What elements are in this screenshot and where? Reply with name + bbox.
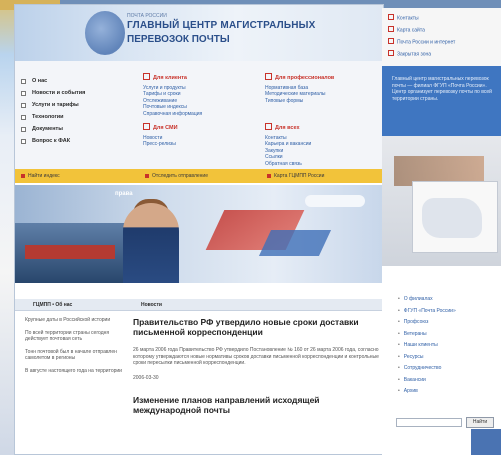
checkbox-icon <box>21 138 26 144</box>
content-tabs: ГЦМПП • Об нас Новости <box>15 299 383 311</box>
menu-item-label: О нас <box>32 78 48 84</box>
side-links-list: О филиалах ФГУП «Почта России» Профсоюз … <box>398 296 498 400</box>
list-item[interactable]: Наши клиенты <box>398 342 498 354</box>
hero-banner: права <box>15 185 383 283</box>
menu-item[interactable]: О нас <box>21 75 121 87</box>
news-date: 2006-03-30 <box>133 374 159 381</box>
quick-link[interactable]: Отследить отправление <box>145 173 208 179</box>
tab-news[interactable]: Новости <box>141 302 162 308</box>
pro-column: Для профессионалов Нормативная база Мето… <box>265 73 375 104</box>
logo-subtitle: ПОЧТА РОССИИ <box>127 13 167 19</box>
navigation-area: О нас Новости и события Услуги и тарифы … <box>15 61 383 169</box>
checkbox-icon <box>21 90 26 96</box>
menu-item[interactable]: Новости и события <box>21 87 121 99</box>
news-body: 26 марта 2006 года Правительство РФ утве… <box>133 347 379 366</box>
hero-label: права <box>115 191 133 197</box>
news-title[interactable]: Правительство РФ утвердило новые сроки д… <box>133 317 379 337</box>
person-image <box>123 203 179 283</box>
utility-link[interactable]: Почта России и интернет <box>388 38 455 46</box>
search-input[interactable] <box>396 418 462 427</box>
main-browser-window: ПОЧТА РОССИИ ГЛАВНЫЙ ЦЕНТР МАГИСТРАЛЬНЫХ… <box>14 4 384 455</box>
checkbox-icon <box>21 114 26 120</box>
checkbox-icon <box>21 78 26 84</box>
checkbox-icon <box>21 102 26 108</box>
tab-about[interactable]: ГЦМПП • Об нас <box>33 302 72 308</box>
utility-link[interactable]: Карта сайта <box>388 26 425 34</box>
search-button[interactable]: Найти <box>466 417 494 428</box>
list-item[interactable]: Вакансии <box>398 377 498 389</box>
list-item[interactable]: Ресурсы <box>398 354 498 366</box>
clients-heading[interactable]: Для клиента <box>143 73 253 82</box>
link[interactable]: Обратная связь <box>265 161 375 168</box>
site-header: ПОЧТА РОССИИ ГЛАВНЫЙ ЦЕНТР МАГИСТРАЛЬНЫХ… <box>15 5 383 61</box>
all-heading[interactable]: Для всех <box>265 123 375 132</box>
utility-link[interactable]: Контакты <box>388 14 419 22</box>
menu-item[interactable]: Документы <box>21 123 121 135</box>
info-text: Главный центр магистральных перевозок по… <box>392 76 492 102</box>
menu-item-label: Технологии <box>32 114 64 120</box>
news-column: Правительство РФ утвердило новые сроки д… <box>133 317 379 425</box>
info-panel: Главный центр магистральных перевозок по… <box>382 66 501 136</box>
list-item[interactable]: Профсоюз <box>398 319 498 331</box>
slides-preview <box>382 136 501 266</box>
menu-item[interactable]: Технологии <box>21 111 121 123</box>
left-paragraph: Тонн почтовой был в начале отправлен сам… <box>25 348 117 362</box>
link[interactable]: Пресс-релизы <box>143 141 253 148</box>
list-item[interactable]: Архив <box>398 388 498 400</box>
menu-item-label: Вопрос к ФАК <box>32 138 71 144</box>
link[interactable]: Справочная информация <box>143 111 253 118</box>
list-item[interactable]: Сотрудничество <box>398 365 498 377</box>
menu-item-label: Новости и события <box>32 90 86 96</box>
list-item[interactable]: ФГУП «Почта России» <box>398 308 498 320</box>
smi-heading[interactable]: Для СМИ <box>143 123 253 132</box>
train-stripe <box>25 245 115 259</box>
utility-link[interactable]: Закрытая зона <box>388 50 431 58</box>
news-title[interactable]: Изменение планов направлений исходящей м… <box>133 395 379 415</box>
corner-decoration <box>471 429 501 455</box>
link[interactable]: Типовые формы <box>265 98 375 105</box>
left-menu: О нас Новости и события Услуги и тарифы … <box>21 75 121 147</box>
menu-item[interactable]: Услуги и тарифы <box>21 99 121 111</box>
plane-graphic <box>305 195 365 207</box>
post-logo-icon[interactable] <box>85 11 125 55</box>
menu-item-label: Услуги и тарифы <box>32 102 79 108</box>
list-item[interactable]: О филиалах <box>398 296 498 308</box>
pro-heading[interactable]: Для профессионалов <box>265 73 375 82</box>
left-text-column: Крупные даты в Российской истории По все… <box>25 317 125 380</box>
utility-links: Контакты Карта сайта Почта России и инте… <box>382 8 501 66</box>
quick-link[interactable]: Найти индекс <box>21 173 60 179</box>
left-paragraph: По всей территории страны сегодня действ… <box>25 329 110 343</box>
blue-arrow-graphic <box>258 230 332 256</box>
site-title-line2: ПЕРЕВОЗОК ПОЧТЫ <box>127 34 230 45</box>
russia-map-icon <box>422 198 482 238</box>
left-paragraph: В августе настоящего года на территории <box>25 367 122 374</box>
left-paragraph: Крупные даты в Российской истории <box>25 317 111 323</box>
site-title-line1: ГЛАВНЫЙ ЦЕНТР МАГИСТРАЛЬНЫХ <box>127 20 316 31</box>
all-column: Для всех Контакты Карьера и вакансии Зак… <box>265 123 375 167</box>
menu-item[interactable]: Вопрос к ФАК <box>21 135 121 147</box>
clients-column: Для клиента Услуги и продукты Тарифы и с… <box>143 73 253 117</box>
secondary-window: Контакты Карта сайта Почта России и инте… <box>382 8 501 455</box>
quick-link[interactable]: Карта ГЦМПП России <box>267 173 324 179</box>
smi-column: Для СМИ Новости Пресс-релизы <box>143 123 253 148</box>
menu-item-label: Документы <box>32 126 63 132</box>
quick-links-bar: Найти индекс Отследить отправление Карта… <box>15 169 383 183</box>
checkbox-icon <box>21 126 26 132</box>
list-item[interactable]: Ветераны <box>398 331 498 343</box>
